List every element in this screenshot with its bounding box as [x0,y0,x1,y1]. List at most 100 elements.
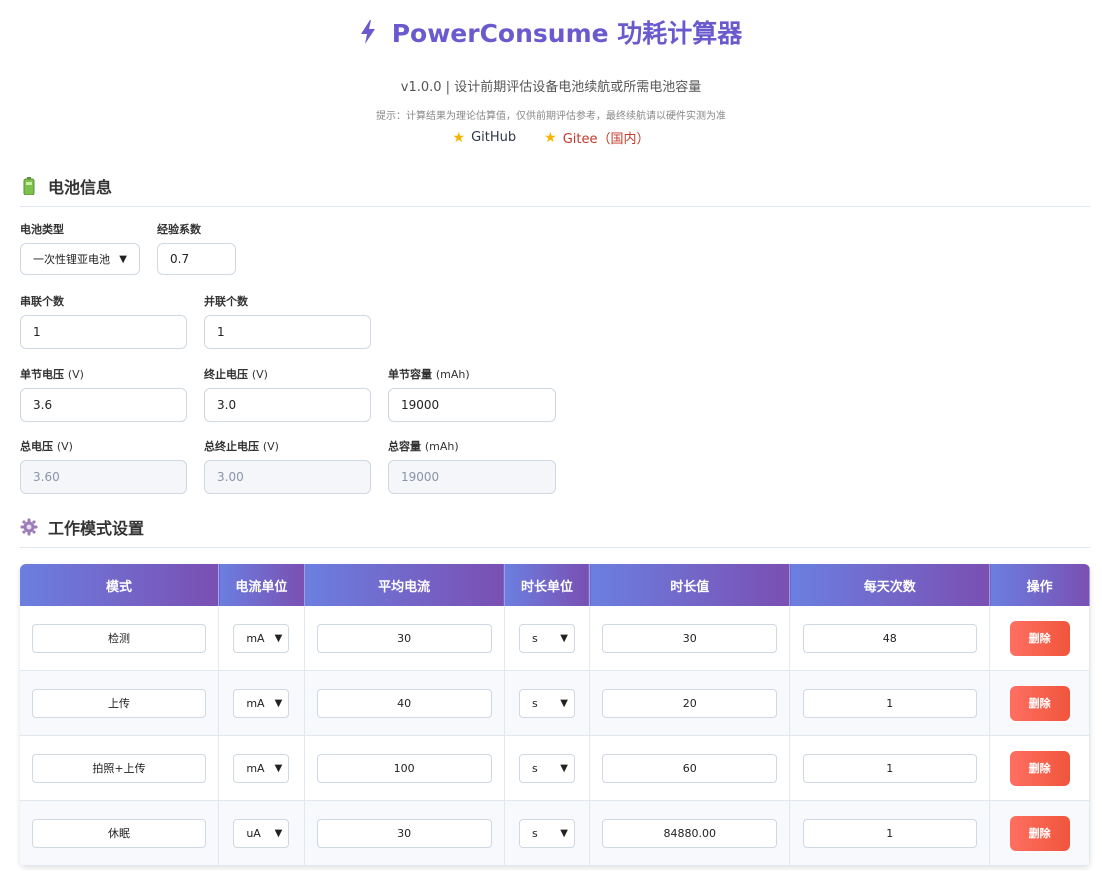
per-day-input[interactable]: 1 [802,753,977,783]
total-capacity-label: 总容量 (mAh) [388,440,459,453]
column-header: 平均电流 [304,564,505,606]
battery-type-select[interactable]: 一次性锂亚电池 ▼ [20,243,140,275]
delete-button[interactable]: 删除 [1009,620,1070,656]
app-title-text: PowerConsume 功耗计算器 [391,19,743,48]
duration-value: 60 [682,761,697,775]
total-capacity-value: 19000 [401,470,440,484]
total-voltage-field: 总电压 (V) 3.60 [20,438,187,494]
current-unit-select[interactable]: uA ▼ [233,818,290,848]
table-row: 休眠 uA ▼ 30 s ▼ 84880.00 1 删除 [20,800,1090,866]
per-day-value: 1 [886,761,894,775]
chevron-down-icon: ▼ [274,827,283,839]
factor-input[interactable]: 0.7 [157,243,236,275]
total-voltage-value: 3.60 [33,470,60,484]
chevron-down-icon: ▼ [560,827,568,839]
mode-name-input[interactable]: 上传 [32,688,206,718]
current-unit-value: mA [246,631,265,645]
time-unit-select[interactable]: s ▼ [518,623,575,653]
duration-input[interactable]: 60 [602,753,778,783]
mode-name-value: 拍照+上传 [92,762,146,775]
cutoff-voltage-value: 3.0 [217,398,237,412]
parallel-input[interactable]: 1 [204,315,371,349]
cell-capacity-input[interactable]: 19000 [388,388,556,422]
duration-input[interactable]: 30 [602,623,778,653]
total-voltage-input: 3.60 [20,460,187,494]
cutoff-voltage-input[interactable]: 3.0 [204,388,371,422]
per-day-input[interactable]: 48 [802,623,977,653]
current-unit-value: mA [246,761,265,775]
current-input[interactable]: 30 [316,818,492,848]
column-header: 电流单位 [218,564,305,606]
github-link[interactable]: ★ GitHub [453,128,517,147]
cell-voltage-input[interactable]: 3.6 [20,388,187,422]
chevron-down-icon: ▼ [560,697,568,709]
time-unit-select[interactable]: s ▼ [518,818,575,848]
duration-input[interactable]: 84880.00 [602,818,778,848]
current-value: 100 [393,761,415,775]
app-subtitle: v1.0.0 | 设计前期评估设备电池续航或所需电池容量 [400,80,702,95]
mode-name-input[interactable]: 拍照+上传 [32,753,206,783]
github-link-label: GitHub [471,130,517,145]
time-unit-value: s [531,826,538,840]
total-cutoff-value: 3.00 [217,470,244,484]
repo-links: ★ GitHub ★ Gitee（国内） [0,128,1102,148]
delete-button[interactable]: 删除 [1009,685,1070,721]
current-unit-value: uA [246,826,261,840]
current-unit-select[interactable]: mA ▼ [233,623,290,653]
per-day-input[interactable]: 1 [802,688,977,718]
current-unit-select[interactable]: mA ▼ [233,688,290,718]
delete-button[interactable]: 删除 [1009,750,1070,786]
cell-voltage-value: 3.6 [33,398,53,412]
battery-type-label: 电池类型 [20,223,64,236]
column-header: 时长单位 [504,564,591,606]
mode-name-value: 休眠 [108,827,130,840]
app-title: PowerConsume 功耗计算器 [0,14,1102,50]
current-value: 40 [397,696,412,710]
column-header: 时长值 [589,564,791,606]
cutoff-voltage-label: 终止电压 (V) [204,368,268,381]
mode-name-value: 检测 [108,632,130,645]
series-field: 串联个数 1 [20,293,187,349]
lightning-icon [360,20,376,44]
cutoff-voltage-field: 终止电压 (V) 3.0 [204,366,371,422]
total-capacity-input: 19000 [388,460,556,494]
battery-type-field: 电池类型 一次性锂亚电池 ▼ [20,221,140,275]
battery-section-label: 电池信息 [48,178,113,197]
chevron-down-icon: ▼ [274,632,283,644]
per-day-value: 1 [886,696,894,710]
time-unit-select[interactable]: s ▼ [518,688,575,718]
table-row: 上传 mA ▼ 40 s ▼ 20 1 删除 [20,670,1090,736]
column-header: 模式 [20,564,220,606]
current-input[interactable]: 30 [316,623,492,653]
star-icon: ★ [544,129,557,146]
factor-field: 经验系数 0.7 [157,221,236,275]
duration-input[interactable]: 20 [602,688,778,718]
column-header: 每天次数 [789,564,991,606]
cell-capacity-value: 19000 [401,398,440,412]
table-row: 拍照+上传 mA ▼ 100 s ▼ 60 1 删除 [20,735,1090,801]
total-voltage-label: 总电压 (V) [20,440,73,453]
mode-name-input[interactable]: 检测 [32,623,206,653]
per-day-value: 48 [882,631,897,645]
hint-text: 提示：计算结果为理论估算值，仅供前期评估参考，最终续航请以硬件实测为准 [376,111,726,122]
per-day-input[interactable]: 1 [802,818,977,848]
series-input[interactable]: 1 [20,315,187,349]
cell-voltage-label: 单节电压 (V) [20,368,84,381]
total-capacity-field: 总容量 (mAh) 19000 [388,438,556,494]
current-unit-select[interactable]: mA ▼ [233,753,290,783]
gear-icon [20,518,38,536]
gitee-link[interactable]: ★ Gitee（国内） [544,128,649,148]
time-unit-value: s [531,761,538,775]
current-input[interactable]: 100 [316,753,492,783]
series-label: 串联个数 [20,295,64,308]
mode-name-input[interactable]: 休眠 [32,818,206,848]
time-unit-value: s [531,631,538,645]
current-unit-value: mA [246,696,265,710]
delete-button[interactable]: 删除 [1009,815,1070,851]
battery-icon [20,177,38,195]
battery-section-title: 电池信息 [20,166,1090,207]
modes-section-title: 工作模式设置 [20,507,1090,548]
time-unit-select[interactable]: s ▼ [518,753,575,783]
parallel-label: 并联个数 [204,295,248,308]
current-input[interactable]: 40 [316,688,492,718]
